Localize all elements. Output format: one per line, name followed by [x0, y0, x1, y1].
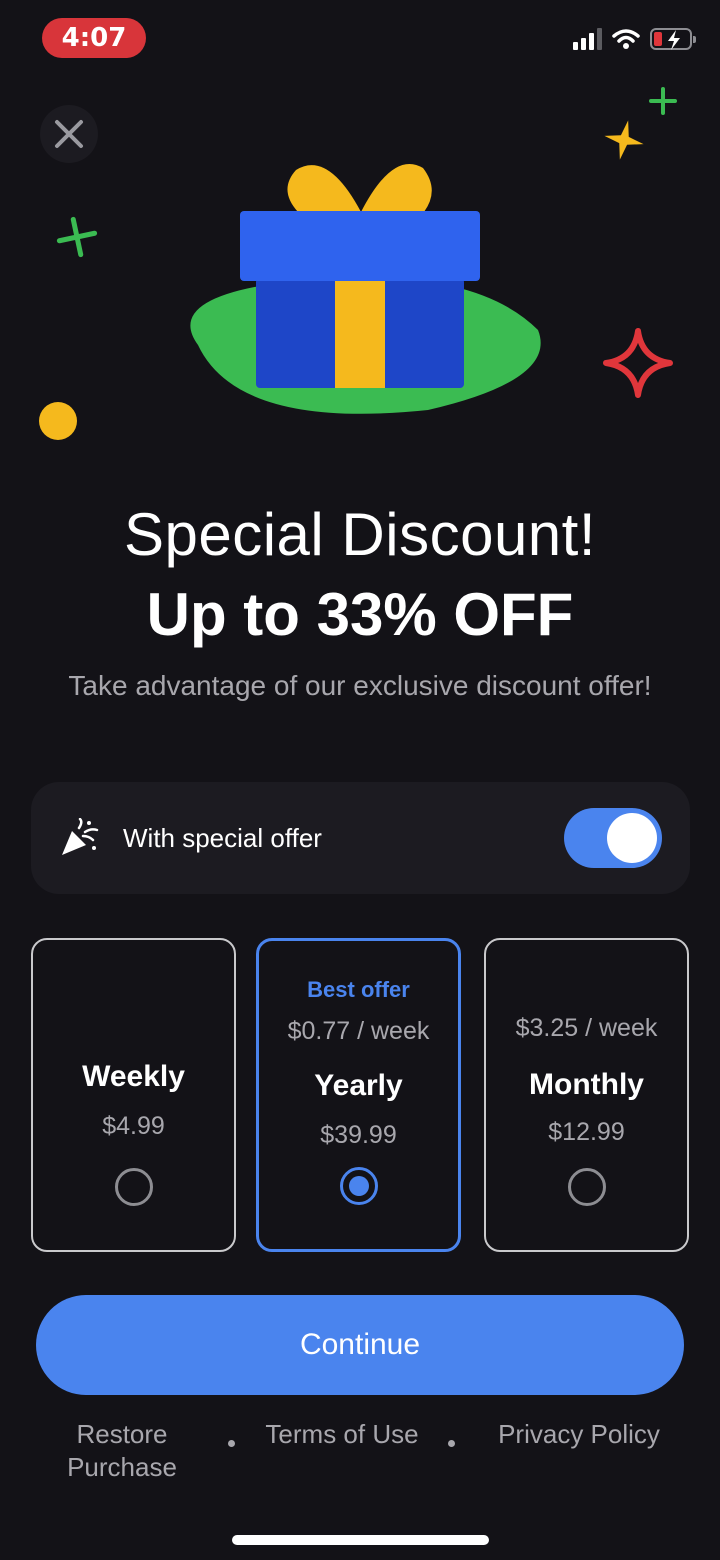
restore-line-1: Restore: [76, 1419, 168, 1449]
plan-radio-yearly[interactable]: [339, 1167, 378, 1205]
close-button[interactable]: [40, 105, 98, 163]
footer-separator: [448, 1440, 455, 1447]
plan-price: $4.99: [102, 1112, 165, 1140]
green-plus-small-icon: [649, 87, 677, 115]
toggle-knob: [607, 813, 657, 863]
battery-icon: [650, 28, 696, 50]
yellow-dot-icon: [39, 402, 77, 440]
plan-name: Weekly: [82, 1060, 185, 1093]
close-icon: [55, 120, 83, 148]
red-sparkle-icon: [603, 328, 673, 398]
terms-of-use-link[interactable]: Terms of Use: [250, 1418, 434, 1451]
special-offer-label: With special offer: [123, 822, 322, 853]
yellow-star-icon: [604, 120, 644, 160]
discount-headline: Up to 33% OFF: [146, 581, 574, 648]
discount-subtitle: Take advantage of our exclusive discount…: [68, 670, 652, 701]
privacy-policy-link[interactable]: Privacy Policy: [486, 1418, 672, 1451]
special-offer-toggle[interactable]: [564, 808, 662, 868]
party-popper-icon: [62, 818, 99, 855]
best-offer-badge: Best offer: [307, 977, 410, 1002]
special-offer-row[interactable]: With special offer: [31, 782, 690, 894]
wifi-icon: [612, 29, 640, 49]
plan-name: Yearly: [314, 1069, 403, 1102]
plan-card-yearly[interactable]: Best offer $0.77 / week Yearly $39.99: [256, 938, 461, 1252]
footer-separator: [228, 1440, 235, 1447]
restore-line-2: Purchase: [67, 1452, 177, 1482]
plan-radio-weekly[interactable]: [114, 1168, 153, 1206]
status-time: 4:07: [42, 18, 146, 58]
plan-name: Monthly: [529, 1068, 644, 1101]
plan-card-weekly[interactable]: Weekly $4.99: [31, 938, 236, 1252]
plan-card-monthly[interactable]: $3.25 / week Monthly $12.99: [484, 938, 689, 1252]
plan-per-week: $3.25 / week: [515, 1014, 658, 1042]
plan-price: $12.99: [548, 1118, 625, 1146]
cellular-signal-icon: [573, 28, 602, 50]
gift-icon: [190, 163, 541, 414]
continue-button[interactable]: Continue: [36, 1295, 684, 1395]
plan-per-week: $0.77 / week: [287, 1017, 430, 1045]
page-title: Special Discount!: [123, 501, 597, 568]
plan-radio-monthly[interactable]: [567, 1168, 606, 1206]
status-icons: [573, 28, 696, 50]
restore-purchase-link[interactable]: Restore Purchase: [52, 1418, 192, 1484]
plan-price: $39.99: [320, 1121, 397, 1149]
home-indicator: [232, 1535, 489, 1545]
green-plus-icon: [56, 216, 98, 258]
